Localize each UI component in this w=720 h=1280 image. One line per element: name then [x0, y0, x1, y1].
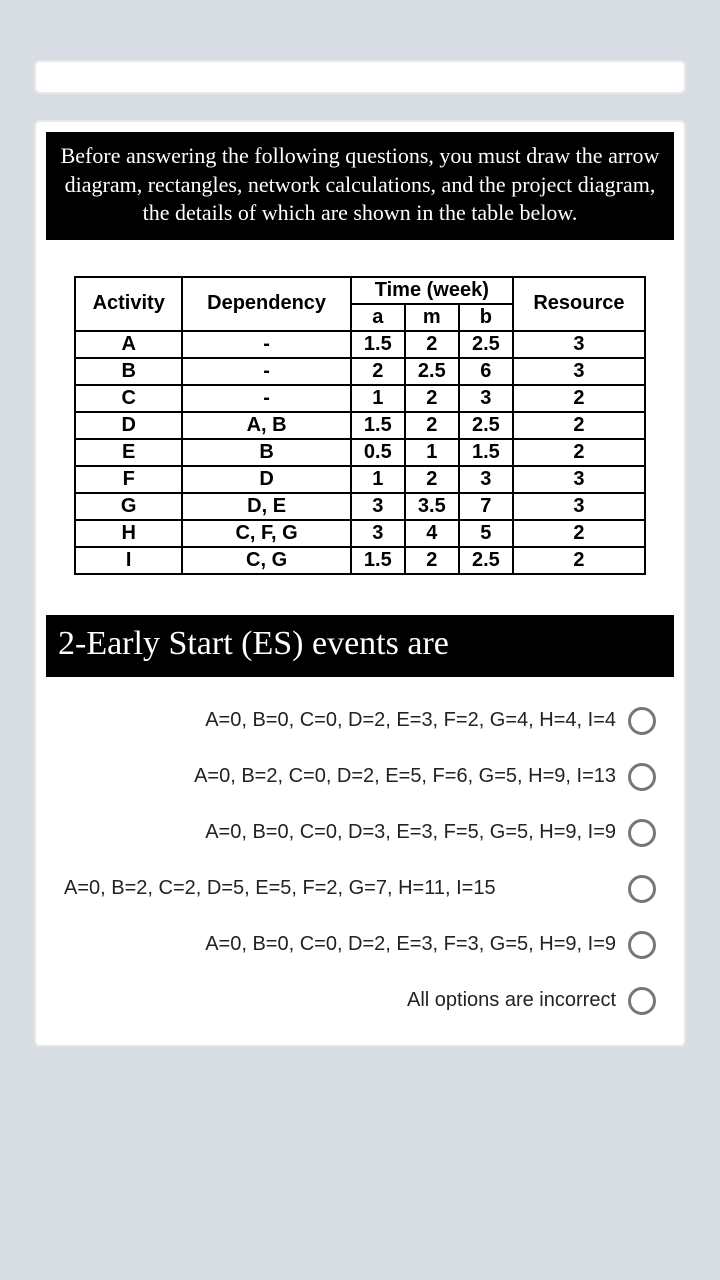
cell-dependency: -: [182, 331, 350, 358]
cell-dependency: C, G: [182, 547, 350, 574]
options-container: A=0, B=0, C=0, D=2, E=3, F=2, G=4, H=4, …: [36, 677, 684, 1035]
cell-activity: E: [75, 439, 182, 466]
option-row[interactable]: A=0, B=0, C=0, D=2, E=3, F=2, G=4, H=4, …: [64, 707, 656, 735]
cell-m: 2: [405, 385, 459, 412]
cell-dependency: -: [182, 358, 350, 385]
cell-m: 2: [405, 412, 459, 439]
table-row: D A, B 1.5 2 2.5 2: [75, 412, 645, 439]
activity-table: Activity Dependency Time (week) Resource…: [74, 276, 646, 575]
cell-m: 2: [405, 547, 459, 574]
cell-b: 2.5: [459, 331, 513, 358]
table-row: H C, F, G 3 4 5 2: [75, 520, 645, 547]
table-row: C - 1 2 3 2: [75, 385, 645, 412]
option-text: A=0, B=2, C=2, D=5, E=5, F=2, G=7, H=11,…: [64, 877, 616, 900]
cell-dependency: -: [182, 385, 350, 412]
cell-a: 1.5: [351, 331, 405, 358]
cell-a: 1.5: [351, 547, 405, 574]
radio-icon[interactable]: [628, 763, 656, 791]
cell-activity: I: [75, 547, 182, 574]
cell-resource: 2: [513, 412, 645, 439]
cell-m: 1: [405, 439, 459, 466]
cell-b: 5: [459, 520, 513, 547]
cell-resource: 2: [513, 547, 645, 574]
radio-icon[interactable]: [628, 931, 656, 959]
cell-b: 7: [459, 493, 513, 520]
previous-card-placeholder: [34, 60, 686, 94]
cell-resource: 3: [513, 493, 645, 520]
cell-a: 2: [351, 358, 405, 385]
cell-b: 2.5: [459, 412, 513, 439]
cell-a: 3: [351, 520, 405, 547]
cell-a: 1: [351, 385, 405, 412]
header-time-group: Time (week): [351, 277, 513, 304]
question-card: Before answering the following questions…: [34, 120, 686, 1047]
cell-b: 6: [459, 358, 513, 385]
option-text: A=0, B=0, C=0, D=2, E=3, F=3, G=5, H=9, …: [64, 933, 616, 956]
option-row[interactable]: A=0, B=2, C=0, D=2, E=5, F=6, G=5, H=9, …: [64, 763, 656, 791]
option-text: A=0, B=2, C=0, D=2, E=5, F=6, G=5, H=9, …: [64, 765, 616, 788]
activity-table-container: Activity Dependency Time (week) Resource…: [36, 240, 684, 615]
cell-resource: 2: [513, 385, 645, 412]
cell-activity: B: [75, 358, 182, 385]
cell-resource: 3: [513, 331, 645, 358]
header-b: b: [459, 304, 513, 331]
option-row[interactable]: A=0, B=0, C=0, D=2, E=3, F=3, G=5, H=9, …: [64, 931, 656, 959]
header-dependency: Dependency: [182, 277, 350, 331]
header-a: a: [351, 304, 405, 331]
header-resource: Resource: [513, 277, 645, 331]
cell-activity: D: [75, 412, 182, 439]
radio-icon[interactable]: [628, 875, 656, 903]
radio-icon[interactable]: [628, 987, 656, 1015]
cell-activity: F: [75, 466, 182, 493]
option-row[interactable]: A=0, B=0, C=0, D=3, E=3, F=5, G=5, H=9, …: [64, 819, 656, 847]
cell-resource: 2: [513, 439, 645, 466]
cell-activity: A: [75, 331, 182, 358]
cell-dependency: D, E: [182, 493, 350, 520]
cell-b: 1.5: [459, 439, 513, 466]
cell-activity: G: [75, 493, 182, 520]
cell-a: 0.5: [351, 439, 405, 466]
table-row: G D, E 3 3.5 7 3: [75, 493, 645, 520]
table-row: B - 2 2.5 6 3: [75, 358, 645, 385]
cell-m: 3.5: [405, 493, 459, 520]
header-m: m: [405, 304, 459, 331]
cell-resource: 2: [513, 520, 645, 547]
option-row[interactable]: All options are incorrect: [64, 987, 656, 1015]
header-activity: Activity: [75, 277, 182, 331]
radio-icon[interactable]: [628, 819, 656, 847]
option-text: All options are incorrect: [64, 989, 616, 1012]
cell-a: 3: [351, 493, 405, 520]
table-row: A - 1.5 2 2.5 3: [75, 331, 645, 358]
table-row: F D 1 2 3 3: [75, 466, 645, 493]
cell-dependency: A, B: [182, 412, 350, 439]
cell-b: 2.5: [459, 547, 513, 574]
option-row[interactable]: A=0, B=2, C=2, D=5, E=5, F=2, G=7, H=11,…: [64, 875, 656, 903]
cell-activity: H: [75, 520, 182, 547]
activity-table-body: A - 1.5 2 2.5 3 B - 2 2.5 6 3 C -: [75, 331, 645, 574]
cell-dependency: B: [182, 439, 350, 466]
cell-m: 4: [405, 520, 459, 547]
radio-icon[interactable]: [628, 707, 656, 735]
table-row: E B 0.5 1 1.5 2: [75, 439, 645, 466]
cell-b: 3: [459, 466, 513, 493]
cell-resource: 3: [513, 358, 645, 385]
cell-a: 1.5: [351, 412, 405, 439]
cell-resource: 3: [513, 466, 645, 493]
cell-activity: C: [75, 385, 182, 412]
cell-m: 2: [405, 466, 459, 493]
cell-m: 2: [405, 331, 459, 358]
question-title: 2-Early Start (ES) events are: [46, 615, 674, 677]
table-row: I C, G 1.5 2 2.5 2: [75, 547, 645, 574]
cell-dependency: C, F, G: [182, 520, 350, 547]
option-text: A=0, B=0, C=0, D=3, E=3, F=5, G=5, H=9, …: [64, 821, 616, 844]
cell-a: 1: [351, 466, 405, 493]
cell-dependency: D: [182, 466, 350, 493]
option-text: A=0, B=0, C=0, D=2, E=3, F=2, G=4, H=4, …: [64, 709, 616, 732]
instruction-text: Before answering the following questions…: [46, 132, 674, 240]
cell-b: 3: [459, 385, 513, 412]
cell-m: 2.5: [405, 358, 459, 385]
